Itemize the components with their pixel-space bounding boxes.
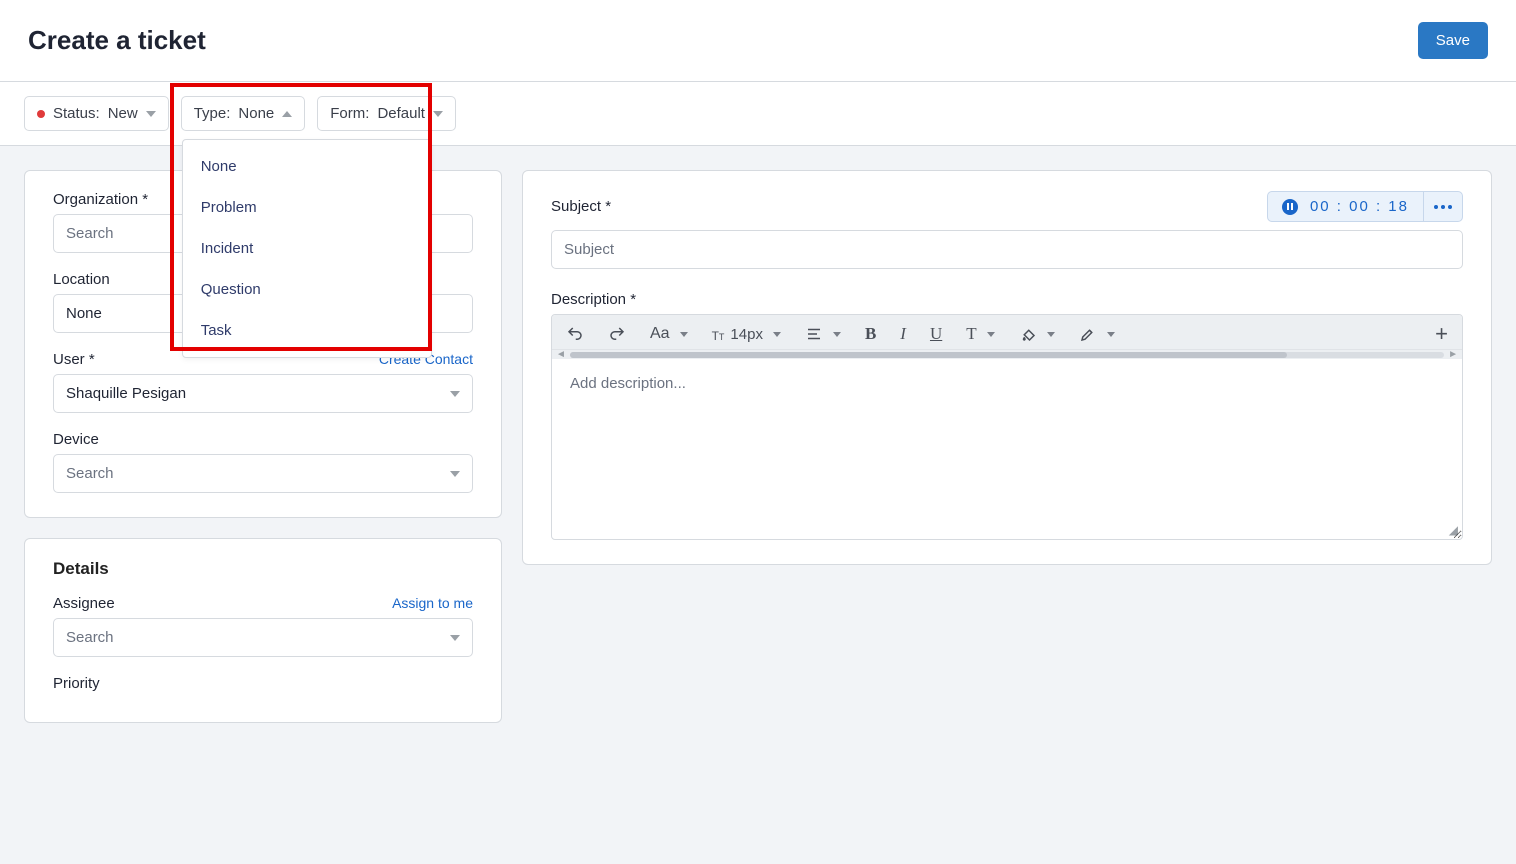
redo-button[interactable] (604, 323, 630, 345)
highlight-button[interactable] (1075, 323, 1119, 345)
text-style-button[interactable]: T (962, 322, 998, 346)
scrollbar-thumb[interactable] (570, 352, 1287, 358)
right-column: Subject * 00 : 00 : 18 Subject Descripti… (522, 170, 1492, 565)
description-textarea[interactable]: Add description... ◢ (552, 359, 1462, 539)
assignee-select[interactable]: Search (53, 618, 473, 657)
device-label: Device (53, 431, 473, 448)
undo-button[interactable] (562, 323, 588, 345)
font-family-button[interactable]: Aa (646, 323, 692, 345)
align-icon (805, 325, 823, 343)
italic-button[interactable]: I (896, 322, 910, 346)
description-label: Description * (551, 291, 1463, 308)
filter-bar: Status: New Type: None None Problem Inci… (0, 82, 1516, 146)
type-value: None (238, 105, 274, 122)
status-value: New (108, 105, 138, 122)
form-filter[interactable]: Form: Default (317, 96, 456, 131)
organization-placeholder: Search (66, 225, 114, 242)
pause-icon (1282, 199, 1298, 215)
text-style-icon: T (966, 324, 976, 344)
bold-button[interactable]: B (861, 322, 880, 346)
chevron-down-icon (450, 391, 460, 397)
type-option-question[interactable]: Question (183, 269, 431, 310)
chevron-down-icon (1047, 332, 1055, 337)
timer-widget: 00 : 00 : 18 (1267, 191, 1463, 222)
timer-menu-button[interactable] (1423, 192, 1462, 221)
chevron-down-icon (773, 332, 781, 337)
font-size-button[interactable]: TT 14px (708, 324, 785, 345)
chevron-down-icon (450, 635, 460, 641)
editor-toolbar: Aa TT 14px B I U T (552, 315, 1462, 349)
type-option-none[interactable]: None (183, 146, 431, 187)
status-filter[interactable]: Status: New (24, 96, 169, 131)
font-size-icon: TT (712, 329, 725, 343)
subject-label: Subject * (551, 198, 611, 215)
assign-to-me-link[interactable]: Assign to me (392, 595, 473, 611)
assignee-field: Assignee Assign to me Search (53, 595, 473, 657)
device-field: Device Search (53, 431, 473, 493)
save-button[interactable]: Save (1418, 22, 1488, 59)
user-select[interactable]: Shaquille Pesigan (53, 374, 473, 413)
form-prefix: Form: (330, 105, 369, 122)
type-filter[interactable]: Type: None None Problem Incident Questio… (181, 96, 306, 131)
font-size-value: 14px (730, 326, 763, 343)
assignee-placeholder: Search (66, 629, 114, 646)
undo-icon (566, 325, 584, 343)
type-prefix: Type: (194, 105, 231, 122)
assignee-label: Assignee (53, 595, 115, 612)
page-title: Create a ticket (28, 25, 206, 56)
priority-label: Priority (53, 675, 473, 692)
add-more-button[interactable]: + (1431, 321, 1452, 347)
underline-button[interactable]: U (926, 322, 946, 346)
details-heading: Details (53, 559, 473, 579)
scrollbar-track (570, 352, 1444, 358)
redo-icon (608, 325, 626, 343)
status-dot-icon (37, 110, 45, 118)
rich-text-editor: Aa TT 14px B I U T (551, 314, 1463, 540)
form-value: Default (377, 105, 425, 122)
user-value: Shaquille Pesigan (66, 385, 186, 402)
user-field: User * Create Contact Shaquille Pesigan (53, 351, 473, 413)
page-header: Create a ticket Save (0, 0, 1516, 82)
chevron-down-icon (987, 332, 995, 337)
description-placeholder: Add description... (570, 375, 686, 392)
chevron-down-icon (450, 471, 460, 477)
priority-field: Priority (53, 675, 473, 692)
details-panel: Details Assignee Assign to me Search Pri… (24, 538, 502, 723)
align-button[interactable] (801, 323, 845, 345)
status-prefix: Status: (53, 105, 100, 122)
timer-value: 00 : 00 : 18 (1310, 198, 1409, 215)
type-option-task[interactable]: Task (183, 310, 431, 351)
subject-placeholder: Subject (564, 241, 614, 258)
toolbar-scrollbar[interactable]: ◄ ► (552, 349, 1462, 359)
chevron-up-icon (282, 111, 292, 117)
content-panel: Subject * 00 : 00 : 18 Subject Descripti… (522, 170, 1492, 565)
paint-bucket-icon (1019, 325, 1037, 343)
highlighter-icon (1079, 325, 1097, 343)
subject-row: Subject * 00 : 00 : 18 (551, 191, 1463, 222)
resize-handle-icon: ◢ (1449, 523, 1458, 537)
chevron-down-icon (433, 111, 443, 117)
location-value: None (66, 305, 102, 322)
chevron-down-icon (680, 332, 688, 337)
device-placeholder: Search (66, 465, 114, 482)
font-family-icon: Aa (650, 325, 670, 343)
device-select[interactable]: Search (53, 454, 473, 493)
type-option-problem[interactable]: Problem (183, 187, 431, 228)
subject-input[interactable]: Subject (551, 230, 1463, 269)
chevron-down-icon (1107, 332, 1115, 337)
chevron-down-icon (146, 111, 156, 117)
user-label: User * (53, 351, 95, 368)
chevron-down-icon (833, 332, 841, 337)
timer-display[interactable]: 00 : 00 : 18 (1268, 192, 1423, 221)
type-dropdown: None Problem Incident Question Task (182, 139, 432, 358)
fill-color-button[interactable] (1015, 323, 1059, 345)
more-icon (1434, 205, 1452, 209)
type-option-incident[interactable]: Incident (183, 228, 431, 269)
